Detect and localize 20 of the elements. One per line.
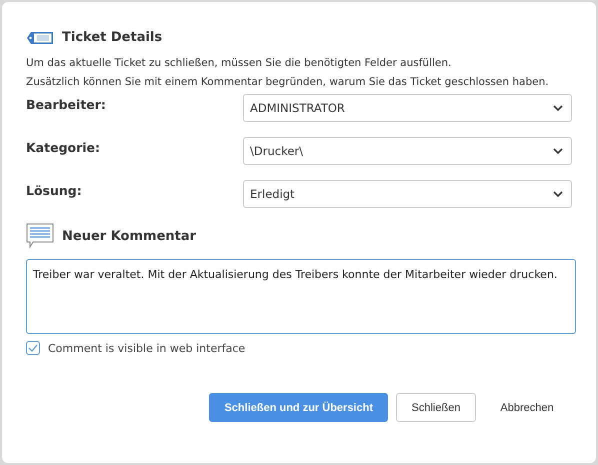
comment-icon (26, 223, 54, 249)
checkbox[interactable] (26, 341, 40, 355)
select-field[interactable]: Erledigt (243, 180, 572, 208)
intro-text: Zusätzlich können Sie mit einem Kommentar begründen, warum Sie das Ticket geschlossen haben. (26, 75, 550, 90)
select-field[interactable]: ADMINISTRATOR (243, 94, 572, 122)
chevron-down-icon (553, 190, 563, 198)
section-title: Neuer Kommentar (62, 228, 196, 244)
tag-icon (26, 30, 54, 44)
field-label: Lösung: (26, 182, 82, 198)
field-label: Bearbeiter: (26, 96, 106, 112)
comment-field[interactable]: Treiber war veraltet. Mit der Aktualisierung des Treibers konnte der Mitarbeiter wieder drucken. (26, 259, 576, 334)
chevron-down-icon (553, 104, 563, 112)
field-label: Kategorie: (26, 139, 100, 155)
select-field[interactable]: \Drucker\ (243, 137, 572, 165)
close-button[interactable]: Schließen (396, 393, 476, 422)
cancel-button[interactable]: Abbrechen (484, 393, 570, 422)
intro-text: Um das aktuelle Ticket zu schließen, müssen Sie die benötigten Felder ausfüllen. (26, 56, 452, 71)
checkbox-label: Comment is visible in web interface (48, 342, 246, 354)
chevron-down-icon (553, 148, 563, 154)
section-title: Ticket Details (62, 30, 162, 45)
